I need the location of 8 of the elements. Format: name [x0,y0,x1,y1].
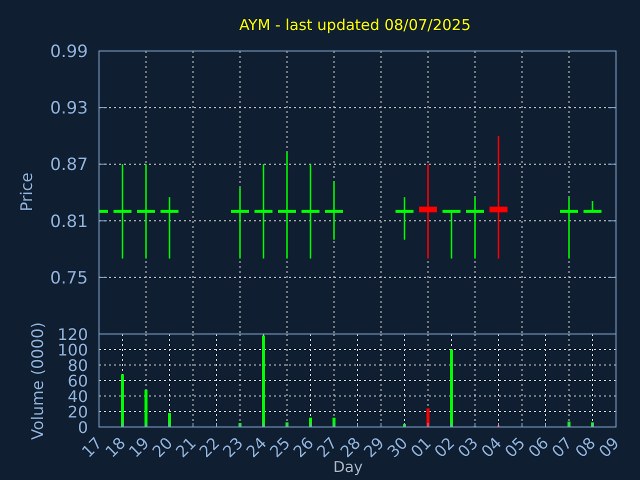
axis-tick-label: 0.99 [50,42,88,62]
axis-tick-label: 0.93 [50,98,88,119]
axis-tick-label: 0.75 [50,268,88,288]
chart-title: AYM - last updated 08/07/2025 [239,16,471,34]
axis-tick-label: 0.81 [50,212,88,232]
axis-label: Price [17,172,36,212]
axis-tick-label: 0.87 [50,155,88,176]
axis-label: Volume (0000) [28,322,47,440]
